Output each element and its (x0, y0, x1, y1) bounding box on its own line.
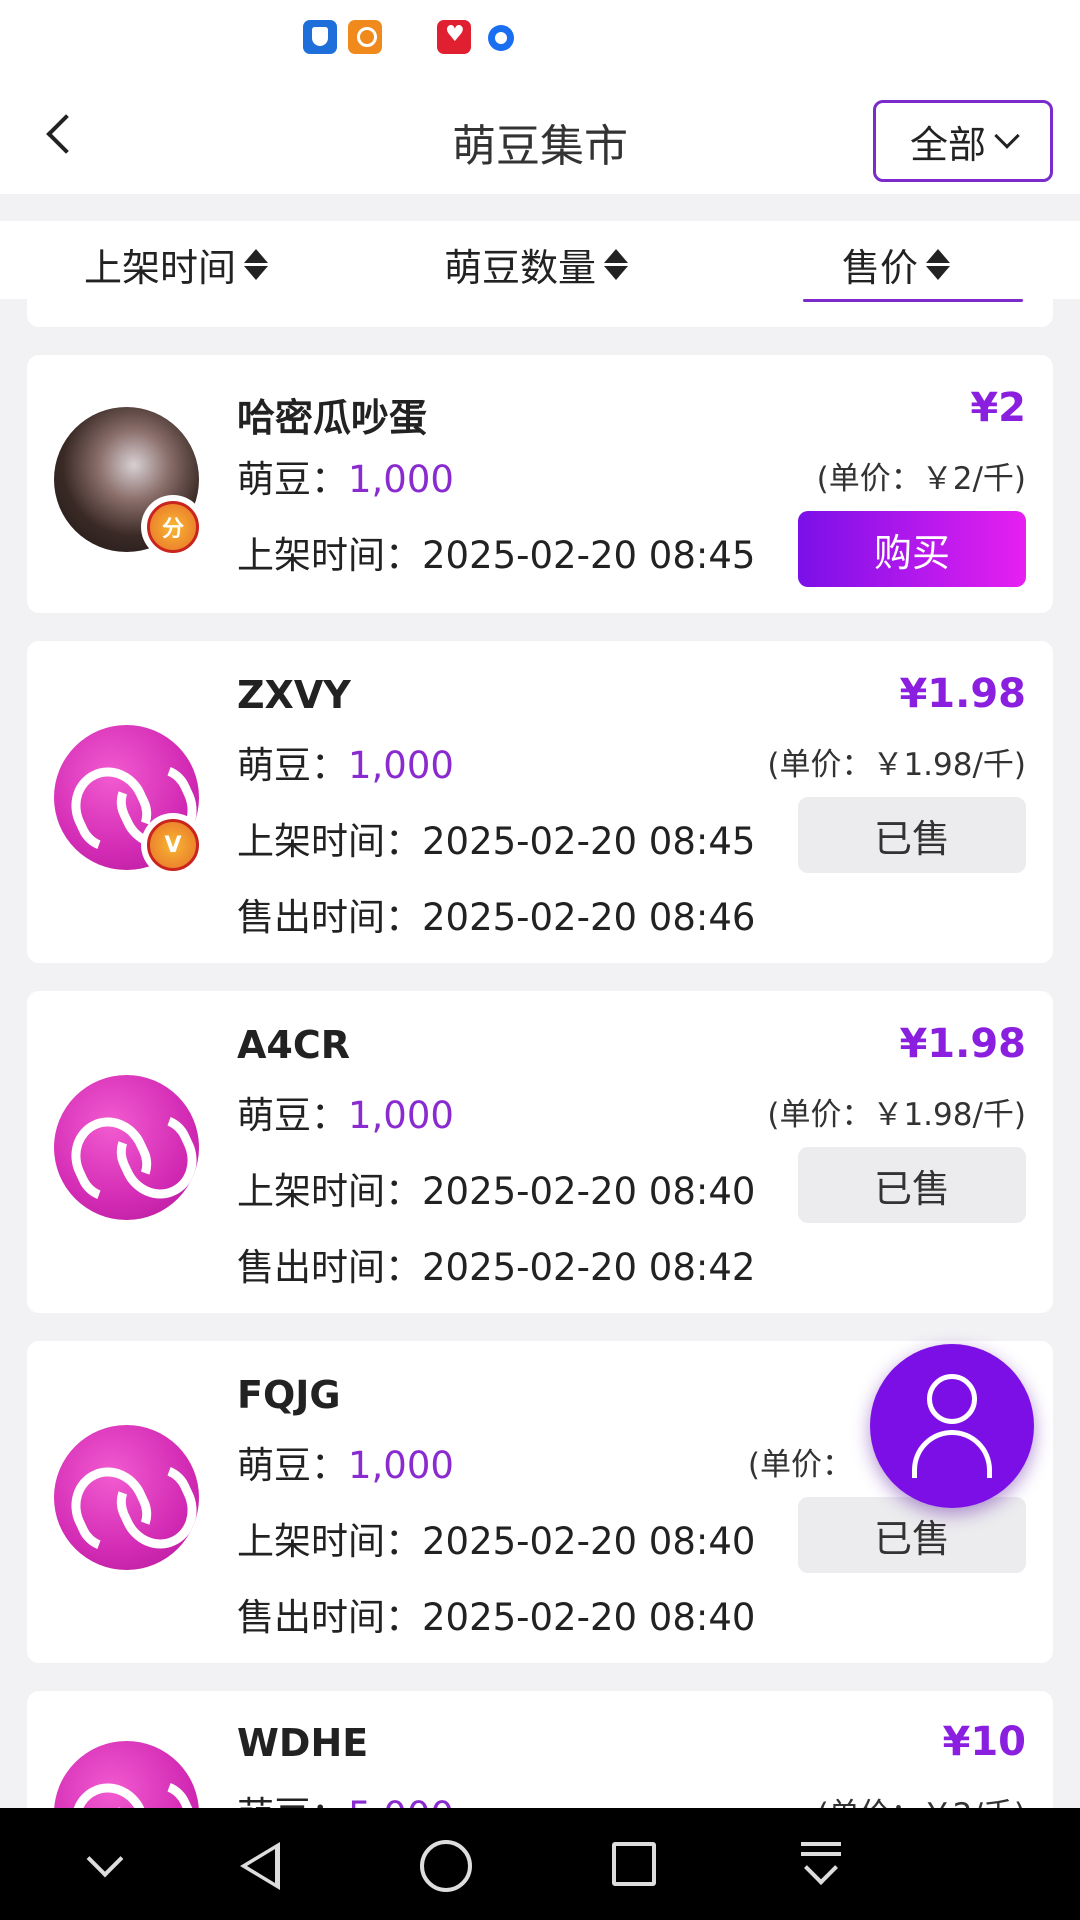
unit-price: (单价：￥1.98/千) (767, 1097, 1026, 1133)
price: ¥10 (942, 1719, 1027, 1765)
filter-dropdown[interactable]: 全部 (873, 100, 1053, 182)
price: ¥2 (970, 385, 1026, 431)
seller-name: A4CR (237, 1023, 350, 1067)
listed-time-row: 上架时间：2025-02-20 08:40 (237, 1170, 756, 1213)
header: 萌豆集市 全部 (0, 80, 1080, 194)
search-app-icon (348, 20, 382, 54)
heart-app-icon (437, 20, 471, 54)
beans-row: 萌豆：1,000 (237, 458, 454, 501)
listed-time: 2025-02-20 08:40 (422, 1170, 756, 1213)
collapse-icon[interactable] (78, 1838, 134, 1894)
partial-button-edge (803, 299, 1023, 302)
sold-time: 2025-02-20 08:46 (422, 896, 756, 939)
sort-arrows-icon (926, 249, 951, 280)
price: ¥1.98 (899, 671, 1026, 717)
avatar[interactable] (54, 1075, 199, 1220)
vip-badge-icon: V (141, 813, 205, 877)
listed-time-row: 上架时间：2025-02-20 08:40 (237, 1520, 756, 1563)
listed-time: 2025-02-20 08:45 (422, 820, 756, 863)
price: ¥1.98 (899, 1021, 1026, 1067)
partial-listing-card (27, 299, 1053, 327)
buy-button[interactable]: 购买 (798, 511, 1026, 587)
recent-apps-icon[interactable] (608, 1838, 664, 1894)
beans-amount: 1,000 (348, 1094, 454, 1137)
unit-price: (单价：￥2/千) (816, 461, 1026, 497)
sort-arrows-icon (604, 249, 629, 280)
system-nav-bar (0, 1808, 1080, 1920)
unit-price: (单价： (747, 1447, 853, 1483)
filter-label: 全部 (909, 122, 986, 167)
sold-status-button: 已售 (798, 1497, 1026, 1573)
circle-app-icon (488, 25, 514, 51)
listing-card: WDHE ¥10 萌豆：5,000 (单价：￥2/千) (27, 1691, 1053, 1808)
chevron-down-icon (994, 123, 1020, 149)
listing-card: 分 哈密瓜吵蛋 ¥2 萌豆：1,000 (单价：￥2/千) 上架时间：2025-… (27, 355, 1053, 613)
seller-name: 哈密瓜吵蛋 (237, 396, 428, 440)
listing-card: A4CR ¥1.98 萌豆：1,000 (单价：￥1.98/千) 上架时间：20… (27, 991, 1053, 1313)
sold-time-row: 售出时间：2025-02-20 08:40 (237, 1596, 756, 1639)
user-icon (927, 1374, 977, 1424)
sort-price-label: 售价 (842, 246, 919, 290)
beans-amount: 1,000 (348, 458, 454, 501)
sort-by-amount[interactable]: 萌豆数量 (444, 237, 629, 292)
beans-row: 萌豆：1,000 (237, 1444, 454, 1487)
listed-time: 2025-02-20 08:40 (422, 1520, 756, 1563)
unit-price: (单价：￥2/千) (817, 1789, 1026, 1808)
beans-row: 萌豆：5,000 (237, 1785, 454, 1808)
listed-time-row: 上架时间：2025-02-20 08:45 (237, 534, 756, 577)
sort-bar: 上架时间 萌豆数量 售价 (0, 221, 1080, 299)
sold-time-row: 售出时间：2025-02-20 08:46 (237, 896, 756, 939)
unit-price: (单价：￥1.98/千) (767, 747, 1026, 783)
sort-arrows-icon (244, 249, 269, 280)
seller-name: FQJG (237, 1373, 341, 1417)
listing-card: V ZXVY ¥1.98 萌豆：1,000 (单价：￥1.98/千) 上架时间：… (27, 641, 1053, 963)
back-icon[interactable] (232, 1838, 288, 1894)
avatar[interactable] (54, 1741, 199, 1808)
user-fab-button[interactable] (870, 1344, 1034, 1508)
sort-by-time[interactable]: 上架时间 (84, 237, 269, 292)
level-badge-icon: 分 (141, 495, 205, 559)
sold-status-button: 已售 (798, 797, 1026, 873)
sold-status-button: 已售 (798, 1147, 1026, 1223)
status-bar (0, 0, 1080, 80)
beans-amount: 1,000 (348, 1444, 454, 1487)
listed-time: 2025-02-20 08:45 (422, 534, 756, 577)
avatar[interactable] (54, 1425, 199, 1570)
sort-time-label: 上架时间 (84, 246, 237, 290)
sold-time: 2025-02-20 08:40 (422, 1596, 756, 1639)
home-icon[interactable] (418, 1838, 474, 1894)
sort-by-price[interactable]: 售价 (842, 237, 951, 292)
shield-app-icon (303, 20, 337, 54)
beans-row: 萌豆：1,000 (237, 1094, 454, 1137)
sold-time: 2025-02-20 08:42 (422, 1246, 756, 1289)
beans-amount: 5,000 (348, 1794, 454, 1808)
listed-time-row: 上架时间：2025-02-20 08:45 (237, 820, 756, 863)
sold-time-row: 售出时间：2025-02-20 08:42 (237, 1246, 756, 1289)
beans-row: 萌豆：1,000 (237, 744, 454, 787)
beans-amount: 1,000 (348, 744, 454, 787)
sort-amount-label: 萌豆数量 (444, 246, 597, 290)
seller-name: ZXVY (237, 673, 351, 717)
seller-name: WDHE (237, 1721, 369, 1765)
notification-down-icon[interactable] (797, 1838, 853, 1894)
